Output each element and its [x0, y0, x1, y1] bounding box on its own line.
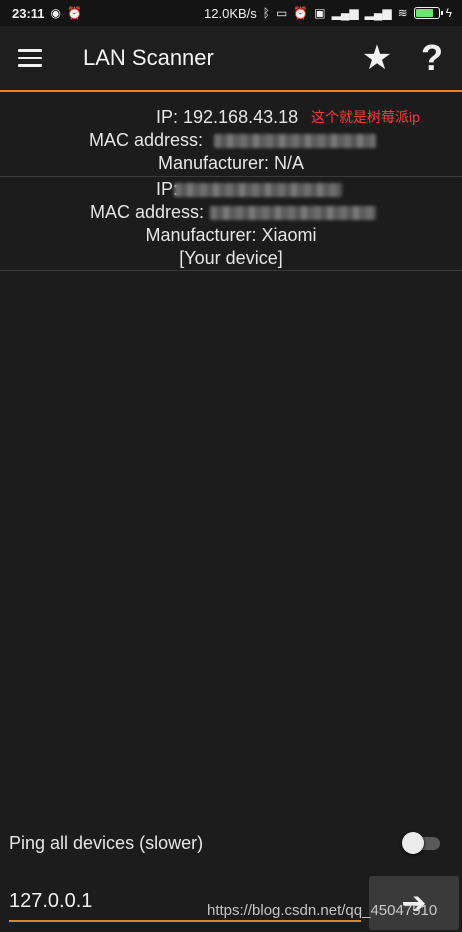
bluetooth-icon: ᛒ — [262, 6, 270, 20]
help-icon[interactable]: ? — [402, 25, 462, 91]
your-device-note: [Your device] — [179, 248, 283, 268]
status-time: 23:11 — [12, 5, 45, 21]
device-manufacturer: Manufacturer: N/A — [157, 153, 305, 173]
device-mac-row: MAC address: — [0, 129, 462, 152]
device-ip-row: IP: — [0, 178, 462, 201]
signal-4g-icon: ▂▄▆ — [331, 6, 359, 20]
alarm-icon: ⏰ — [67, 6, 82, 20]
hamburger-menu-icon[interactable] — [0, 25, 60, 91]
hd-icon: ▣ — [314, 6, 326, 20]
alarm-icon: ⏰ — [293, 6, 309, 20]
device-item-1[interactable]: IP: 192.168.43.18 这个就是树莓派ip MAC address:… — [0, 106, 462, 177]
ping-all-row: Ping all devices (slower) — [0, 818, 462, 868]
annotation-label: 这个就是树莓派ip — [311, 109, 420, 125]
device-manufacturer: Manufacturer: Xiaomi — [145, 225, 317, 245]
ping-all-label: Ping all devices (slower) — [9, 832, 204, 853]
weibo-icon: ◉ — [50, 6, 62, 20]
signal-icon: ▂▄▆ — [364, 6, 392, 20]
device-item-2[interactable]: IP: MAC address: Manufacturer: Xiaomi [Y… — [0, 178, 462, 271]
device-mac-label: MAC address: — [89, 130, 204, 150]
app-bar: LAN Scanner ★ ? — [0, 26, 462, 92]
device-mac-row: MAC address: — [0, 201, 462, 224]
redacted-mac — [210, 206, 376, 220]
watermark: https://blog.csdn.net/qq_45047510 — [207, 902, 438, 919]
device-mac-label: MAC address: — [90, 202, 205, 222]
device-ip: IP: 192.168.43.18 — [156, 107, 299, 127]
device-ip-row: IP: 192.168.43.18 这个就是树莓派ip — [0, 106, 462, 129]
redacted-mac — [214, 134, 376, 148]
status-right: 12.0KB/s ᛒ ▭ ⏰ ▣ ▂▄▆ ▂▄▆ ≋ ϟ — [204, 6, 452, 21]
network-speed: 12.0KB/s — [204, 5, 257, 21]
ping-all-toggle[interactable] — [402, 832, 442, 854]
charging-icon: ϟ — [445, 6, 452, 20]
redacted-ip — [174, 183, 342, 197]
vibrate-icon: ▭ — [276, 6, 288, 20]
star-icon[interactable]: ★ — [352, 25, 402, 91]
status-bar: 23:11 ◉ ⏰ 12.0KB/s ᛒ ▭ ⏰ ▣ ▂▄▆ ▂▄▆ ≋ ϟ — [0, 0, 462, 26]
status-left: 23:11 ◉ ⏰ — [12, 6, 82, 21]
battery-icon — [413, 7, 443, 19]
wifi-icon: ≋ — [397, 6, 408, 20]
app-title: LAN Scanner — [83, 45, 214, 70]
